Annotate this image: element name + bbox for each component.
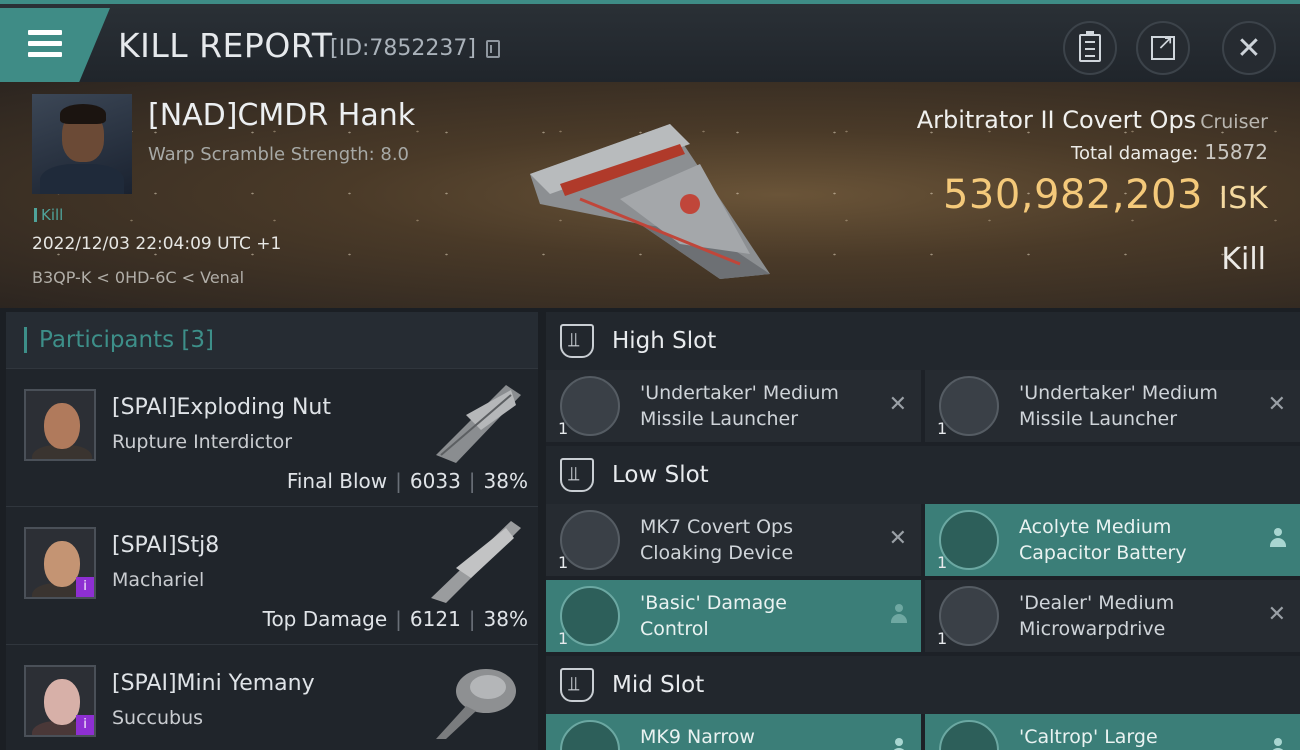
participant-ship: Succubus: [112, 707, 204, 729]
damage-control-icon: [560, 586, 620, 646]
module-item[interactable]: 1 'Undertaker' Medium Missile Launcher ✕: [925, 370, 1300, 442]
dropped-icon: [891, 604, 907, 624]
participant-name: [SPAI]Stj8: [112, 533, 220, 558]
destroyed-icon: ✕: [1267, 602, 1286, 627]
participant-ship-image: [436, 669, 516, 739]
high-slot-icon: [560, 324, 594, 358]
cloaking-device-icon: [560, 510, 620, 570]
module-item[interactable]: 1 'Basic' Damage Control: [546, 580, 921, 652]
participant-stats: Final Blow | 6033 | 38%: [286, 469, 528, 493]
close-icon: ✕: [1236, 30, 1262, 66]
dropped-icon: [1270, 528, 1286, 548]
participant-ship: Machariel: [112, 569, 205, 591]
info-icon: i: [76, 715, 94, 735]
destroyed-icon: ✕: [888, 392, 907, 417]
kill-tag: Kill: [34, 206, 63, 224]
fitting-panel: High Slot 1 'Undertaker' MediumMissile L…: [546, 312, 1300, 750]
module-item[interactable]: 1 MK7 Covert Ops Cloaking Device ✕: [546, 504, 921, 576]
participant-stats: Top Damage | 6121 | 38%: [262, 607, 528, 631]
share-button[interactable]: [1136, 21, 1190, 75]
participant-avatar: i: [24, 665, 96, 737]
high-slot-header: High Slot: [546, 312, 1300, 370]
total-damage: Total damage: 15872: [1071, 140, 1268, 164]
microwarpdrive-icon: [939, 586, 999, 646]
report-id: [ID:7852237]: [330, 36, 476, 61]
ship-class: Cruiser: [1200, 111, 1268, 133]
page-title: KILL REPORT: [118, 26, 333, 65]
mid-slot-header: Mid Slot: [546, 656, 1300, 714]
module-icon: [939, 720, 999, 750]
capacitor-battery-icon: [939, 510, 999, 570]
clipboard-button[interactable]: [1063, 21, 1117, 75]
module-item[interactable]: 1 'Dealer' Medium Microwarpdrive ✕: [925, 580, 1300, 652]
header-bar: KILL REPORT [ID:7852237] ✕: [0, 0, 1300, 82]
destroyed-icon: ✕: [1267, 392, 1286, 417]
participant-ship-image: [431, 521, 521, 603]
participant-row[interactable]: i [SPAI]Stj8 Machariel Top Damage | 6121 | 3…: [6, 506, 538, 644]
participant-row[interactable]: [SPAI]Exploding Nut Rupture Interdictor …: [6, 368, 538, 506]
participants-header: Participants [3]: [6, 312, 538, 368]
kill-location[interactable]: B3QP-K < 0HD-6C < Venal: [32, 268, 244, 287]
victim-ship-name[interactable]: Arbitrator II Covert Ops Cruiser: [917, 106, 1268, 134]
module-icon: [560, 720, 620, 750]
warp-scramble-strength: Warp Scramble Strength: 8.0: [148, 144, 410, 165]
missile-launcher-icon: [939, 376, 999, 436]
victim-name[interactable]: [NAD]CMDR Hank: [148, 98, 415, 133]
dropped-icon: [891, 738, 907, 750]
missile-launcher-icon: [560, 376, 620, 436]
victim-banner: [NAD]CMDR Hank Warp Scramble Strength: 8…: [0, 82, 1300, 308]
participant-name: [SPAI]Mini Yemany: [112, 671, 315, 696]
victim-ship-image[interactable]: [520, 104, 780, 284]
module-item[interactable]: 1 'Caltrop' Large: [925, 714, 1300, 750]
module-item[interactable]: 1 Acolyte Medium Capacitor Battery: [925, 504, 1300, 576]
menu-button[interactable]: [0, 8, 110, 82]
participant-ship: Rupture Interdictor: [112, 431, 292, 453]
dropped-icon: [1270, 738, 1286, 750]
module-item[interactable]: 1 MK9 Narrow: [546, 714, 921, 750]
participant-ship-image: [436, 385, 521, 463]
destroyed-icon: ✕: [888, 526, 907, 551]
module-item[interactable]: 1 'Undertaker' Medium Missile Launcher ✕: [546, 370, 921, 442]
copy-icon[interactable]: [486, 40, 500, 58]
participant-avatar: i: [24, 527, 96, 599]
info-icon: i: [76, 577, 94, 597]
participants-panel: Participants [3] [SPAI]Exploding Nut Rup…: [6, 312, 538, 750]
low-slot-icon: [560, 458, 594, 492]
low-slot-header: Low Slot: [546, 446, 1300, 504]
kill-datetime: 2022/12/03 22:04:09 UTC +1: [32, 234, 282, 254]
isk-value: 530,982,203 ISK: [942, 172, 1268, 218]
share-icon: [1151, 30, 1175, 60]
victim-portrait[interactable]: [32, 94, 132, 194]
hamburger-icon: [28, 30, 62, 63]
mid-slot-icon: [560, 668, 594, 702]
participant-avatar: [24, 389, 96, 461]
clipboard-icon: [1079, 31, 1101, 62]
close-button[interactable]: ✕: [1222, 21, 1276, 75]
participant-name: [SPAI]Exploding Nut: [112, 395, 331, 420]
participant-row[interactable]: i [SPAI]Mini Yemany Succubus: [6, 644, 538, 750]
kill-result: Kill: [1221, 242, 1266, 277]
